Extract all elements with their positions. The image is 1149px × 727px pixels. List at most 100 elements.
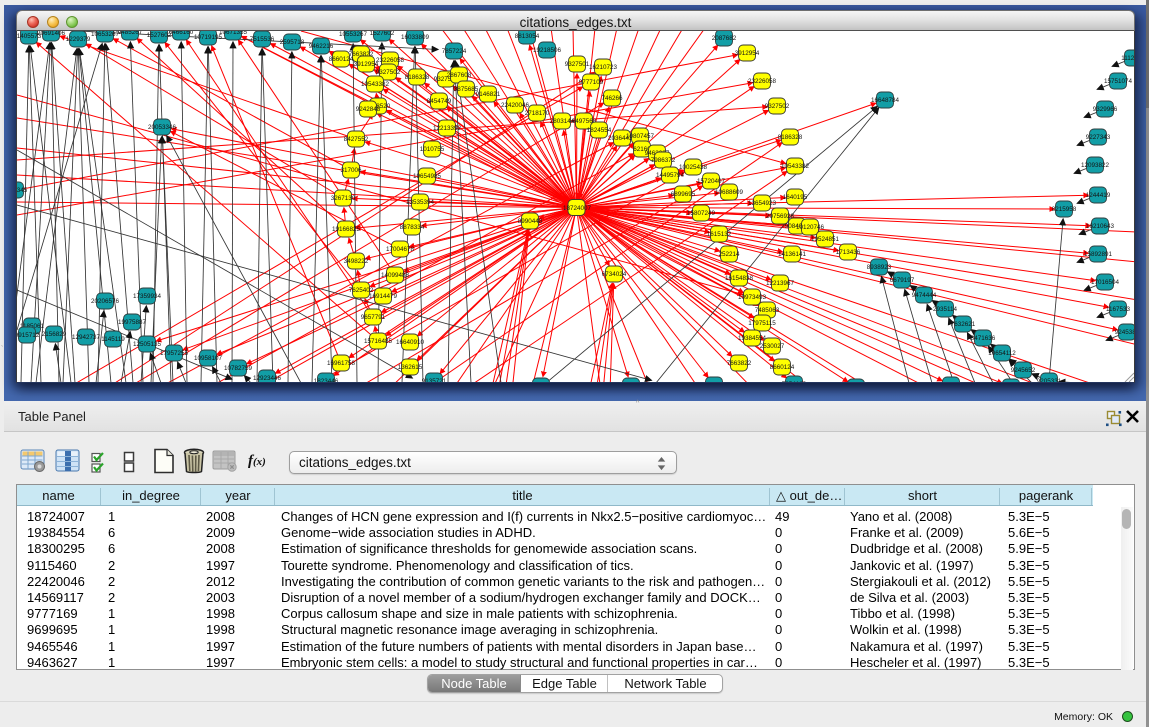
svg-text:9329966: 9329966 xyxy=(1093,106,1118,113)
svg-text:2654113: 2654113 xyxy=(939,382,964,383)
svg-text:8660124: 8660124 xyxy=(329,56,354,63)
svg-text:1167533: 1167533 xyxy=(1106,306,1131,313)
svg-text:1229379: 1229379 xyxy=(66,36,91,43)
svg-text:1823446: 1823446 xyxy=(314,378,339,383)
svg-text:9146821: 9146821 xyxy=(476,91,501,98)
svg-text:10973493: 10973493 xyxy=(738,294,767,301)
svg-text:8120345: 8120345 xyxy=(17,187,28,194)
svg-text:1640195: 1640195 xyxy=(783,194,808,201)
svg-text:13535394: 13535394 xyxy=(406,199,435,206)
svg-text:9135721: 9135721 xyxy=(422,378,447,383)
svg-text:10958107: 10958107 xyxy=(194,355,223,362)
svg-text:1145119: 1145119 xyxy=(101,336,125,343)
svg-text:9474444: 9474444 xyxy=(912,292,937,299)
svg-text:7663822: 7663822 xyxy=(727,360,752,367)
svg-text:19654985: 19654985 xyxy=(413,173,442,180)
svg-text:10807457: 10807457 xyxy=(626,133,655,140)
svg-text:19218506: 19218506 xyxy=(533,47,562,54)
svg-text:16640910: 16640910 xyxy=(396,339,425,346)
svg-text:9346272: 9346272 xyxy=(702,382,727,383)
svg-text:8813054: 8813054 xyxy=(515,33,540,40)
svg-text:8427552: 8427552 xyxy=(344,136,369,143)
svg-text:1824554: 1824554 xyxy=(587,127,612,134)
svg-text:1112643: 1112643 xyxy=(1121,55,1135,62)
svg-text:12213392: 12213392 xyxy=(433,125,462,132)
svg-text:9242848: 9242848 xyxy=(356,106,381,113)
svg-text:9327502: 9327502 xyxy=(376,69,401,76)
svg-text:10553267: 10553267 xyxy=(339,31,368,38)
svg-text:8186328: 8186328 xyxy=(778,134,803,141)
svg-text:14495794: 14495794 xyxy=(656,172,685,179)
svg-text:2718170: 2718170 xyxy=(525,110,550,117)
svg-text:10671355: 10671355 xyxy=(219,31,248,36)
svg-text:10543382: 10543382 xyxy=(781,163,810,170)
svg-text:8186328: 8186328 xyxy=(405,74,430,81)
svg-text:9915712: 9915712 xyxy=(17,332,40,339)
svg-text:10120746: 10120746 xyxy=(796,224,825,231)
svg-text:12942737: 12942737 xyxy=(72,334,101,341)
svg-text:6899695: 6899695 xyxy=(671,191,696,198)
svg-text:746266: 746266 xyxy=(601,95,623,102)
svg-text:8660124: 8660124 xyxy=(770,364,795,371)
svg-text:3912954: 3912954 xyxy=(735,50,760,57)
svg-text:15720407: 15720407 xyxy=(697,178,726,185)
svg-text:16033809: 16033809 xyxy=(401,34,430,41)
svg-text:317006: 317006 xyxy=(340,167,362,174)
svg-text:3267130: 3267130 xyxy=(331,195,356,202)
svg-text:7354162: 7354162 xyxy=(782,381,807,383)
svg-text:16961758: 16961758 xyxy=(327,360,356,367)
svg-text:1527602: 1527602 xyxy=(370,31,395,37)
svg-text:12923446: 12923446 xyxy=(253,375,282,382)
svg-text:7857224: 7857224 xyxy=(442,48,467,55)
svg-text:2595718: 2595718 xyxy=(280,39,305,46)
svg-text:15716485: 15716485 xyxy=(364,338,393,345)
svg-text:17957255: 17957255 xyxy=(160,350,189,357)
svg-text:10654112: 10654112 xyxy=(988,350,1016,357)
svg-text:10543382: 10543382 xyxy=(361,81,390,88)
svg-text:9327502: 9327502 xyxy=(765,103,790,110)
svg-text:8454749: 8454749 xyxy=(427,98,452,105)
svg-text:18724007: 18724007 xyxy=(563,205,592,212)
svg-text:14099488: 14099488 xyxy=(381,272,410,279)
svg-text:2087682: 2087682 xyxy=(712,35,737,42)
svg-text:15751074: 15751074 xyxy=(1104,78,1133,85)
svg-text:20053346: 20053346 xyxy=(148,124,177,131)
svg-text:8215958: 8215958 xyxy=(1052,206,1077,213)
svg-text:19166825: 19166825 xyxy=(332,226,361,233)
svg-text:8938923: 8938923 xyxy=(867,264,892,271)
svg-text:9327501: 9327501 xyxy=(565,61,590,68)
svg-text:8878334: 8878334 xyxy=(400,224,425,231)
svg-text:9205331: 9205331 xyxy=(1037,378,1062,383)
svg-text:17359934: 17359934 xyxy=(133,293,162,300)
svg-text:19975887: 19975887 xyxy=(118,319,147,326)
svg-text:12213967: 12213967 xyxy=(766,280,795,287)
svg-text:6679197: 6679197 xyxy=(890,277,915,284)
svg-text:16210643: 16210643 xyxy=(1086,223,1115,230)
svg-text:9227343: 9227343 xyxy=(1086,134,1111,141)
svg-text:16648784: 16648784 xyxy=(871,97,900,104)
svg-text:17004678: 17004678 xyxy=(386,246,415,253)
svg-text:9485267: 9485267 xyxy=(118,31,143,36)
svg-text:16914479: 16914479 xyxy=(369,293,398,300)
svg-text:7515536: 7515536 xyxy=(250,36,275,43)
svg-text:12093822: 12093822 xyxy=(1081,162,1110,169)
svg-text:15807249: 15807249 xyxy=(687,210,716,217)
svg-text:9777109: 9777109 xyxy=(579,79,604,86)
svg-text:20691406: 20691406 xyxy=(37,31,66,37)
svg-text:9245652: 9245652 xyxy=(1011,367,1036,374)
svg-text:6466160: 6466160 xyxy=(169,31,194,36)
svg-text:6734024: 6734024 xyxy=(602,271,627,278)
svg-text:23226058: 23226058 xyxy=(376,57,405,64)
svg-text:8990448: 8990448 xyxy=(518,218,543,225)
svg-text:17975115: 17975115 xyxy=(748,320,776,327)
svg-text:13654923: 13654923 xyxy=(748,200,777,207)
svg-text:252214: 252214 xyxy=(718,251,740,258)
svg-text:1362615: 1362615 xyxy=(398,364,423,371)
svg-text:12505135: 12505135 xyxy=(133,341,162,348)
svg-text:10782759: 10782759 xyxy=(224,365,253,372)
svg-text:2530027: 2530027 xyxy=(760,343,785,350)
svg-text:16210723: 16210723 xyxy=(589,64,618,71)
svg-text:23226058: 23226058 xyxy=(748,78,777,85)
svg-text:22420046: 22420046 xyxy=(501,102,530,109)
svg-text:17016504: 17016504 xyxy=(1091,279,1120,286)
